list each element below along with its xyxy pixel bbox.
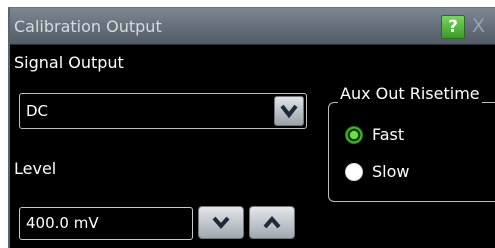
help-button[interactable]: ? — [441, 15, 465, 39]
aux-out-risetime-label: Aux Out Risetime — [338, 84, 482, 103]
signal-output-select[interactable]: DC — [19, 93, 307, 129]
chevron-up-icon — [263, 215, 281, 229]
radio-fast-indicator[interactable] — [345, 126, 363, 144]
dialog-title: Calibration Output — [14, 17, 162, 36]
level-decrement-button[interactable] — [198, 206, 244, 239]
radio-slow-label[interactable]: Slow — [372, 162, 409, 181]
radio-fast-label[interactable]: Fast — [372, 125, 404, 144]
calibration-output-dialog: Calibration Output ? X Signal Output DC … — [8, 7, 495, 248]
signal-output-dropdown-button[interactable] — [274, 96, 304, 126]
signal-output-value: DC — [26, 102, 49, 120]
radio-slow-indicator[interactable] — [345, 163, 363, 181]
level-value: 400.0 mV — [26, 214, 99, 232]
signal-output-label: Signal Output — [14, 53, 124, 72]
title-bar[interactable]: Calibration Output ? X — [10, 8, 495, 45]
close-button[interactable]: X — [472, 15, 495, 39]
level-increment-button[interactable] — [249, 206, 295, 239]
chevron-down-icon — [212, 216, 230, 230]
help-icon: ? — [448, 17, 458, 37]
level-label: Level — [14, 159, 57, 178]
aux-out-risetime-group — [328, 102, 495, 202]
level-input[interactable]: 400.0 mV — [19, 207, 193, 240]
chevron-down-icon — [280, 104, 298, 119]
close-icon: X — [472, 15, 486, 37]
